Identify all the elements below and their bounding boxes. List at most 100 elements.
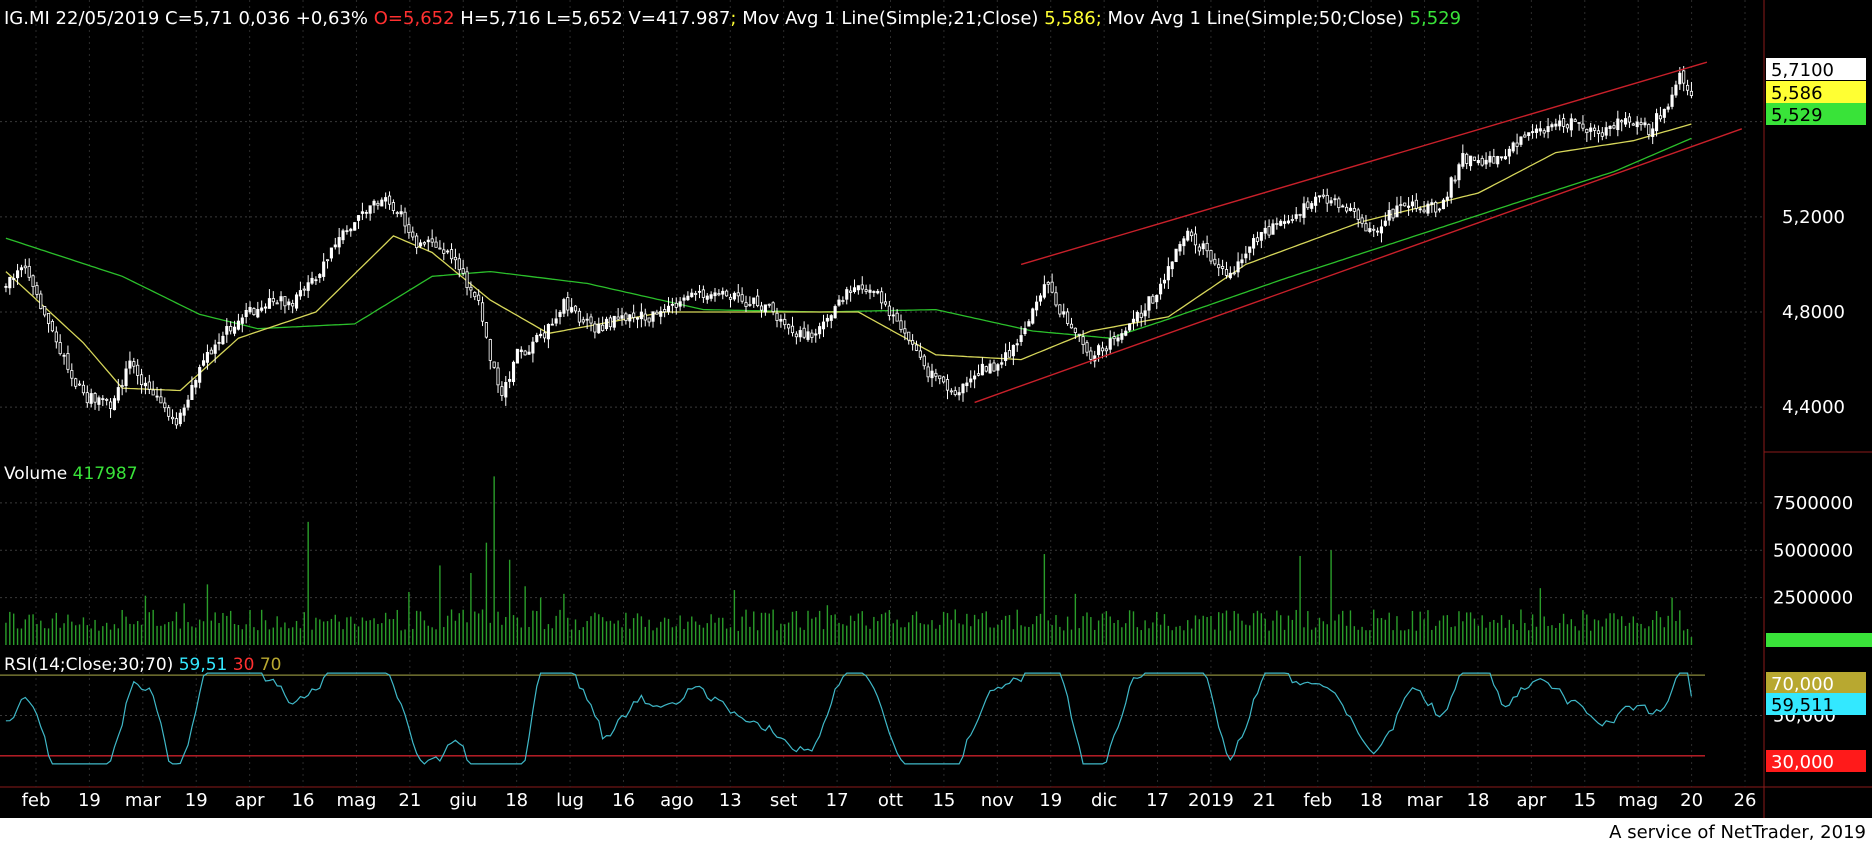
volume-bar [803, 629, 805, 645]
volume-bar [1043, 554, 1046, 645]
volume-bar [272, 627, 274, 645]
volume-tick-label: 7500000 [1773, 493, 1853, 514]
volume-bar [764, 612, 767, 645]
candle-body [1314, 196, 1318, 206]
volume-bar [1543, 616, 1545, 645]
volume-bar [1589, 630, 1592, 645]
volume-bar [1373, 609, 1375, 645]
candle-body [1496, 156, 1500, 165]
volume-bar [67, 614, 69, 645]
candle-body [151, 389, 155, 396]
candle-body [1275, 223, 1279, 225]
volume-bar [229, 610, 232, 645]
candle-body [1290, 219, 1294, 221]
volume-bar [1283, 629, 1286, 645]
candle-body [1131, 318, 1136, 323]
candle-body [1465, 153, 1469, 164]
candle-body [1201, 243, 1205, 250]
candle-body [252, 308, 256, 316]
candle-body [690, 292, 694, 298]
volume-bar [1070, 629, 1073, 645]
candle-body [271, 298, 275, 303]
volume-bar [981, 613, 984, 645]
volume-bar [1307, 611, 1309, 645]
date-tick-label: 19 [1039, 790, 1062, 811]
candle-body [1031, 308, 1035, 324]
volume-bar [1318, 617, 1321, 645]
candle-body [833, 306, 837, 319]
candle-body [980, 363, 984, 376]
candle-body [170, 416, 175, 420]
candle-body [147, 381, 151, 390]
date-tick-label: nov [981, 790, 1014, 811]
candle-body [767, 303, 771, 306]
price-tag-label: 5,586 [1771, 83, 1823, 104]
volume-bar [423, 620, 426, 645]
candle-body [1244, 253, 1248, 259]
candle-body [1182, 238, 1186, 247]
candle-body [1221, 266, 1225, 269]
date-tick-label: apr [1516, 790, 1546, 811]
candle-body [655, 311, 659, 315]
candle-body [647, 317, 651, 323]
volume-bar [1303, 627, 1305, 645]
volume-bar [388, 619, 391, 645]
candle-body [1139, 312, 1143, 318]
candle-body [159, 396, 163, 404]
volume-bar [245, 624, 247, 645]
volume-bar [505, 616, 507, 645]
volume-bar [326, 621, 329, 645]
volume-bar [1531, 614, 1534, 645]
candle-body [1581, 123, 1585, 129]
volume-bar [1272, 620, 1274, 645]
candle-body [1170, 261, 1174, 270]
volume-bar [214, 612, 216, 645]
candle-body [23, 265, 27, 269]
date-tick-label: 17 [1146, 790, 1169, 811]
volume-bar [520, 627, 522, 645]
volume-bar [55, 612, 58, 645]
candle-body [1500, 156, 1504, 159]
volume-bar [570, 629, 573, 645]
volume-bar [102, 626, 104, 645]
volume-bar [117, 628, 120, 645]
candle-body [411, 231, 415, 238]
candle-body [1348, 207, 1353, 211]
candle-body [697, 290, 702, 293]
candle-body [1162, 279, 1167, 284]
candle-body [1286, 220, 1291, 224]
candle-body [1686, 84, 1690, 91]
volume-bar [144, 595, 147, 645]
volume-bar [605, 621, 608, 645]
volume-bar [202, 621, 205, 645]
volume-bar [1342, 610, 1344, 645]
candle-body [1007, 350, 1012, 358]
candle-body [1453, 179, 1457, 182]
candle-body [101, 398, 105, 401]
candle-body [1321, 194, 1325, 197]
candle-body [1647, 124, 1651, 136]
candle-body [360, 211, 364, 214]
volume-bar [1063, 630, 1065, 645]
candle-body [581, 319, 585, 323]
candle-body [1240, 259, 1244, 264]
volume-bar [753, 611, 755, 645]
date-tick-label: ott [878, 790, 903, 811]
volume-bar [1268, 630, 1270, 645]
candle-body [453, 256, 457, 261]
candle-body [1000, 362, 1004, 365]
volume-bar [1558, 623, 1561, 645]
volume-bar [74, 625, 77, 645]
volume-bar [838, 622, 840, 645]
candle-body [1283, 221, 1287, 224]
candle-body [1054, 292, 1058, 306]
candle-body [1379, 226, 1384, 234]
rsi-upper: 70 [260, 655, 282, 675]
volume-bar [694, 621, 697, 645]
volume-bar [330, 618, 333, 645]
volume-bar [725, 628, 728, 645]
volume-bar [908, 622, 910, 645]
volume-bar [222, 612, 224, 645]
volume-bar [361, 617, 364, 645]
volume-bar [9, 611, 11, 645]
